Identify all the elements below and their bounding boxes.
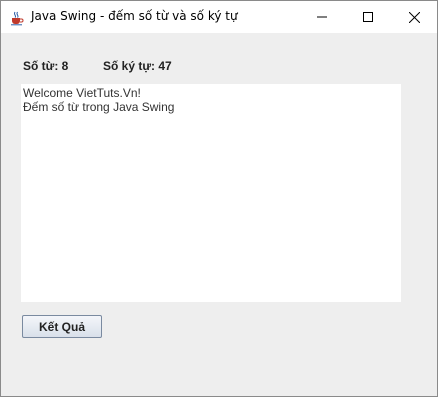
close-icon — [408, 11, 420, 23]
java-coffee-cup-icon — [9, 10, 25, 26]
window-title: Java Swing - đếm số từ và số ký tự — [31, 9, 238, 23]
text-input-area[interactable]: Welcome VietTuts.Vn! Đếm số từ trong Jav… — [21, 84, 401, 302]
title-bar[interactable]: Java Swing - đếm số từ và số ký tự — [1, 1, 437, 33]
result-button[interactable]: Kết Quả — [22, 315, 102, 338]
close-button[interactable] — [391, 1, 437, 33]
minimize-button[interactable] — [299, 1, 345, 33]
maximize-button[interactable] — [345, 1, 391, 33]
char-count-label: Số ký tự: 47 — [103, 59, 172, 73]
minimize-icon — [317, 16, 327, 18]
app-window: Java Swing - đếm số từ và số ký tự Số từ… — [0, 0, 438, 397]
word-count-label: Số từ: 8 — [23, 59, 69, 73]
maximize-icon — [363, 12, 373, 22]
